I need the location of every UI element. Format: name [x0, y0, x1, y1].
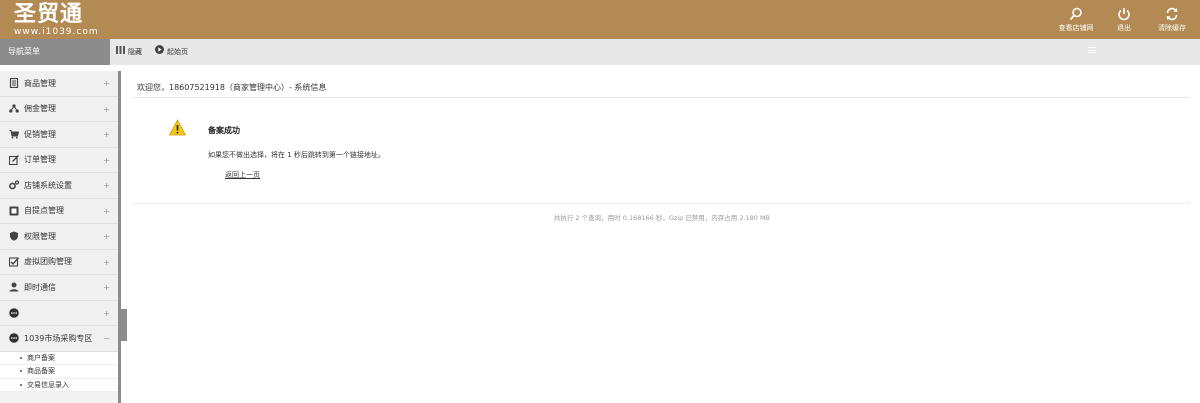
sidebar-item-orders[interactable]: 订单管理 +: [0, 147, 118, 173]
sidebar-item-goods[interactable]: 商品管理 +: [0, 71, 118, 97]
power-icon: [1100, 7, 1148, 23]
top-header: 圣贸通 www.i1039.com 查看店铺网 退出 清除缓存: [0, 0, 1200, 39]
sidebar-item-label: 商品管理: [24, 78, 56, 88]
main-content: 欢迎您，18607521918（商家管理中心）- 系统信息 备案成功 如果您不做…: [124, 71, 1200, 403]
sidebar-item-label: 佣金管理: [24, 104, 56, 114]
user-chat-icon: [9, 282, 19, 292]
sidebar-item-instant-messaging[interactable]: 即时通信 +: [0, 275, 118, 301]
sidebar-item-promotion[interactable]: 促销管理 +: [0, 122, 118, 148]
expand-toggle[interactable]: +: [103, 122, 110, 147]
brand-name: 圣贸通: [14, 1, 84, 27]
expand-toggle[interactable]: +: [103, 71, 110, 96]
expand-toggle[interactable]: +: [103, 199, 110, 224]
sidebar-item-commission[interactable]: 佣金管理 +: [0, 96, 118, 122]
expand-toggle[interactable]: +: [103, 301, 110, 326]
cogs-icon: [9, 180, 19, 190]
sidebar-subitem-label: 商户备案: [27, 353, 55, 362]
sidebar-subitem-merchant-filing[interactable]: 商户备案: [0, 351, 118, 365]
sidebar-item-label: 即时通信: [24, 282, 56, 292]
sidebar-subitem-label: 交易信息录入: [27, 380, 69, 389]
share-icon: [9, 104, 19, 114]
play-circle-icon: [155, 39, 164, 65]
home-page-label: 起始页: [167, 48, 188, 56]
expand-toggle[interactable]: +: [103, 148, 110, 173]
more-icon: [9, 307, 19, 318]
sidebar-item-group-buy[interactable]: 虚拟团购管理 +: [0, 249, 118, 275]
sidebar-item-label: 虚拟团购管理: [24, 257, 72, 267]
expand-toggle[interactable]: +: [103, 173, 110, 198]
redirect-message: 如果您不做出选择，将在 1 秒后跳转到第一个链接地址。: [208, 151, 385, 159]
refresh-icon: [1148, 7, 1196, 23]
menu-lines-icon[interactable]: [1088, 47, 1096, 53]
more-icon: [9, 333, 19, 344]
search-icon: [1052, 7, 1100, 23]
sidebar-subitem-label: 商品备案: [27, 367, 55, 376]
columns-icon: [116, 39, 125, 65]
expand-toggle[interactable]: +: [103, 97, 110, 122]
back-link[interactable]: 返回上一页: [225, 170, 260, 180]
sidebar-item-unnamed[interactable]: +: [0, 300, 118, 326]
cart-icon: [9, 129, 19, 139]
edit-order-icon: [9, 154, 19, 165]
sidebar-item-permissions[interactable]: 权限管理 +: [0, 224, 118, 250]
brand-url: www.i1039.com: [14, 27, 99, 37]
bullet-icon: [20, 356, 22, 359]
bullet-icon: [20, 370, 22, 373]
home-page-button[interactable]: 起始页: [155, 39, 188, 65]
expand-toggle[interactable]: +: [103, 224, 110, 249]
logout-button[interactable]: 退出: [1100, 7, 1148, 33]
sidebar-item-label: 1039市场采购专区: [24, 333, 93, 343]
sidebar: 商品管理 + 佣金管理 + 促销管理 + 订单管理 + 店铺系统设置 + 自提点…: [0, 71, 121, 403]
expand-toggle[interactable]: +: [103, 275, 110, 300]
collapse-toggle[interactable]: −: [103, 326, 110, 351]
sidebar-subitem-goods-filing[interactable]: 商品备案: [0, 365, 118, 379]
goods-icon: [9, 78, 19, 89]
top-actions: 查看店铺网 退出 清除缓存: [1052, 7, 1196, 33]
bullet-icon: [20, 383, 22, 386]
nav-menu-title: 导航菜单: [0, 39, 110, 65]
view-shop-button[interactable]: 查看店铺网: [1052, 7, 1100, 33]
divider: [133, 203, 1190, 204]
checkbox-icon: [9, 257, 19, 267]
sidebar-item-shop-settings[interactable]: 店铺系统设置 +: [0, 173, 118, 199]
shield-icon: [9, 231, 19, 241]
clear-cache-label: 清除缓存: [1158, 24, 1186, 32]
sidebar-item-label: 店铺系统设置: [24, 180, 72, 190]
expand-toggle[interactable]: +: [103, 250, 110, 275]
view-shop-label: 查看店铺网: [1058, 24, 1094, 32]
sub-toolbar: 导航菜单 隐藏 起始页: [0, 39, 1200, 65]
hide-menu-label: 隐藏: [128, 48, 142, 56]
clear-cache-button[interactable]: 清除缓存: [1148, 7, 1196, 33]
pickup-icon: [9, 206, 19, 216]
sidebar-item-pickup[interactable]: 自提点管理 +: [0, 198, 118, 224]
query-stats-footer: 共执行 2 个查询，用时 0.168166 秒，Gzip 已禁用，内存占用 2.…: [553, 214, 771, 222]
divider: [133, 97, 1190, 98]
warning-icon: [169, 119, 186, 136]
hide-menu-button[interactable]: 隐藏: [116, 39, 142, 65]
sidebar-subitem-trade-entry[interactable]: 交易信息录入: [0, 378, 118, 392]
sidebar-item-label: 自提点管理: [24, 206, 64, 216]
sidebar-item-label: 订单管理: [24, 155, 56, 165]
sidebar-item-label: 权限管理: [24, 231, 56, 241]
sidebar-item-label: 促销管理: [24, 129, 56, 139]
message-title: 备案成功: [208, 126, 240, 135]
logout-label: 退出: [1117, 24, 1131, 32]
sidebar-item-market-purchase[interactable]: 1039市场采购专区 −: [0, 326, 118, 352]
breadcrumb: 欢迎您，18607521918（商家管理中心）- 系统信息: [137, 83, 327, 92]
brand-logo[interactable]: 圣贸通 www.i1039.com: [14, 1, 99, 38]
